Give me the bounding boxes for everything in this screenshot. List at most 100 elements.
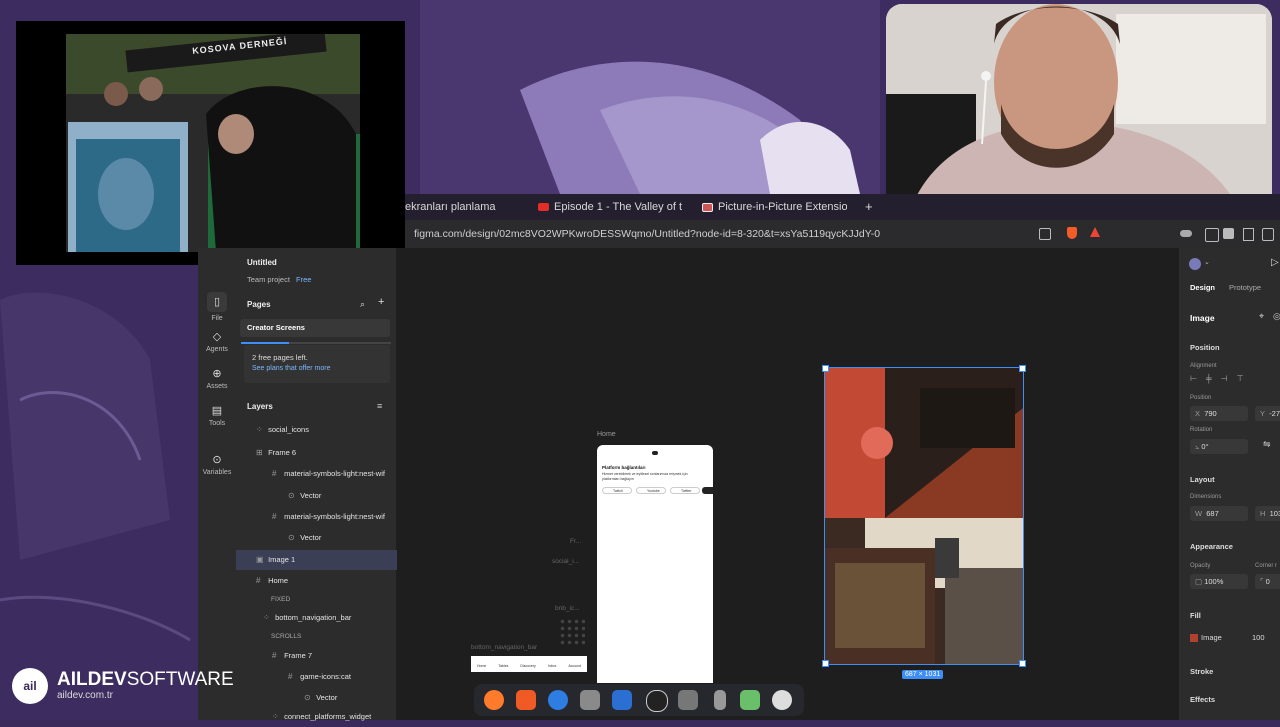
layer-row[interactable]: ⊞ Frame 6 — [236, 443, 416, 463]
align-top-icon[interactable]: ⊤ — [1237, 374, 1253, 383]
nav-account[interactable]: Account — [568, 664, 581, 668]
brave-rewards-icon[interactable] — [1090, 227, 1100, 237]
wallet-icon[interactable] — [1262, 228, 1274, 241]
thunderbird-icon[interactable] — [548, 690, 568, 710]
browser-tab-pip-extension[interactable]: Picture-in-Picture Extension — [702, 194, 847, 220]
align-left-icon[interactable]: ⊢ — [1190, 374, 1206, 383]
layer-row-selected[interactable]: ▣ Image 1 — [236, 550, 416, 570]
fill-row[interactable]: Image 100 — [1190, 633, 1280, 647]
fill-heading: Fill — [1190, 611, 1201, 620]
rotation-field[interactable]: ⦣ 0° — [1190, 439, 1248, 454]
browser-tab-strip: ekranları planlama Episode 1 - The Valle… — [405, 194, 1280, 220]
tab-prototype[interactable]: Prototype — [1229, 283, 1261, 292]
file-icon: ▯ — [207, 292, 227, 312]
pip-extension-icon — [702, 202, 713, 212]
vector-icon: ⊙ — [304, 693, 311, 702]
layer-row[interactable]: ⁘ social_icons — [236, 420, 416, 440]
plan-badge: Free — [296, 275, 312, 284]
frame-icon: # — [256, 576, 261, 585]
phone-subtitle: Hizmet verebilmek ve eşitlesel sonlarımı… — [602, 472, 688, 481]
rail-agents[interactable]: ◇ Agents — [198, 330, 236, 353]
figma-left-panel: Untitled Team project Free Pages ⌕ + Cre… — [236, 248, 416, 721]
obs-icon[interactable] — [646, 690, 668, 712]
opacity-field[interactable]: ▢ 100% — [1190, 574, 1248, 589]
layer-row[interactable]: ⁘ bottom_navigation_bar — [236, 608, 423, 628]
frame-icon: # — [272, 651, 277, 660]
x-position-field[interactable]: X 790 — [1190, 406, 1248, 421]
align-right-icon[interactable]: ⊣ — [1221, 374, 1237, 383]
layers-list-icon[interactable]: ≡ — [377, 401, 382, 411]
component-icon: ⁘ — [263, 613, 270, 622]
rail-variables[interactable]: ⊙ Variables — [198, 453, 236, 476]
current-page-item[interactable]: Creator Screens — [240, 319, 390, 337]
brand-watermark: ail AILDEVSOFTWARE aildev.com.tr — [12, 668, 238, 704]
search-icon[interactable]: ⌕ — [360, 299, 365, 310]
apps-icon[interactable] — [772, 690, 792, 710]
opacity-label: Opacity — [1190, 563, 1211, 569]
figma-design-panel: ⌄ ▷ Design Prototype Image ⌖ ◎ Position … — [1178, 248, 1280, 720]
frame-icon: ⊞ — [256, 448, 263, 457]
edit-icon[interactable] — [1243, 228, 1254, 241]
see-plans-link[interactable]: See plans that offer more — [252, 365, 330, 372]
new-tab-button[interactable]: + — [865, 194, 879, 220]
layers-heading: Layers — [247, 402, 273, 411]
height-field[interactable]: H 103 — [1255, 506, 1280, 521]
writer-icon[interactable] — [612, 690, 632, 710]
home-frame[interactable]: Platform bağlantıları Hizmet verebilmek … — [597, 445, 713, 683]
brave-icon[interactable] — [516, 690, 536, 710]
mask-icon[interactable]: ◎ — [1273, 311, 1280, 322]
pages-limit-progress — [241, 342, 391, 344]
y-position-field[interactable]: Y -27 — [1255, 406, 1280, 421]
files-icon[interactable] — [580, 690, 600, 710]
usb-icon[interactable] — [714, 690, 726, 710]
extensions-icon[interactable] — [1205, 228, 1219, 242]
position-label: Position — [1190, 395, 1212, 401]
browser-tab-youtube[interactable]: Episode 1 - The Valley of t — [538, 194, 683, 220]
layer-row[interactable]: # Home — [236, 571, 416, 591]
rail-tools[interactable]: ▤ Tools — [198, 404, 236, 427]
file-title[interactable]: Untitled — [247, 258, 277, 267]
youtube-button[interactable]: Youtube — [636, 487, 666, 494]
trash-icon[interactable] — [740, 690, 760, 710]
browser-tab-planning[interactable]: ekranları planlama — [405, 194, 525, 220]
canvas-bnb-icons — [559, 618, 585, 646]
resize-handle-bl[interactable] — [822, 660, 829, 667]
url-text[interactable]: figma.com/design/02mc8VO2WPKwroDESSWqmo/… — [414, 220, 880, 248]
align-center-icon[interactable]: ╪ — [1206, 374, 1221, 383]
add-page-icon[interactable]: + — [378, 296, 384, 308]
no-tracking-icon[interactable] — [1039, 228, 1051, 240]
width-field[interactable]: W 687 — [1190, 506, 1248, 521]
cloud-icon[interactable] — [1180, 230, 1192, 237]
puzzle-icon[interactable] — [1223, 228, 1234, 239]
image-icon: ▣ — [256, 555, 264, 564]
firefox-icon[interactable] — [484, 690, 504, 710]
brave-shield-icon[interactable] — [1067, 227, 1077, 239]
pip-video-player[interactable]: KOSOVA DERNEĞİ — [16, 21, 405, 265]
avatar[interactable] — [1189, 258, 1201, 270]
nav-inbox[interactable]: Inbox — [548, 664, 557, 668]
resize-handle-br[interactable] — [1019, 660, 1026, 667]
component-icon[interactable]: ⌖ — [1259, 311, 1264, 322]
tab-design[interactable]: Design — [1190, 283, 1215, 292]
resize-handle-tl[interactable] — [822, 365, 829, 372]
nav-home[interactable]: Home — [477, 664, 486, 668]
nest-wifi-toggle[interactable] — [702, 487, 713, 494]
terminal-icon[interactable] — [678, 690, 698, 710]
bottom-navigation-frame[interactable]: Home Tables Discovery Inbox Account — [471, 656, 587, 672]
selected-image-node[interactable] — [822, 365, 1026, 667]
play-icon[interactable]: ▷ — [1271, 257, 1279, 268]
address-bar[interactable]: figma.com/design/02mc8VO2WPKwroDESSWqmo/… — [405, 220, 1280, 249]
canvas-label-bnb: bnb_ic... — [555, 605, 580, 612]
resize-handle-tr[interactable] — [1019, 365, 1026, 372]
frame-icon: # — [288, 672, 293, 681]
corner-radius-field[interactable]: ⌜ 0 — [1255, 574, 1280, 589]
rail-file[interactable]: ▯ File — [198, 292, 236, 322]
nav-discovery[interactable]: Discovery — [520, 664, 535, 668]
rail-assets[interactable]: ⊕ Assets — [198, 367, 236, 390]
twitter-button[interactable]: Twitter — [670, 487, 700, 494]
figma-canvas[interactable]: Home Platform bağlantıları Hizmet verebi… — [397, 248, 1178, 720]
nav-tables[interactable]: Tables — [498, 664, 508, 668]
flip-icon[interactable]: ⇋ — [1263, 439, 1271, 450]
twitch-button[interactable]: Twitch — [602, 487, 632, 494]
chevron-down-icon[interactable]: ⌄ — [1204, 258, 1210, 266]
